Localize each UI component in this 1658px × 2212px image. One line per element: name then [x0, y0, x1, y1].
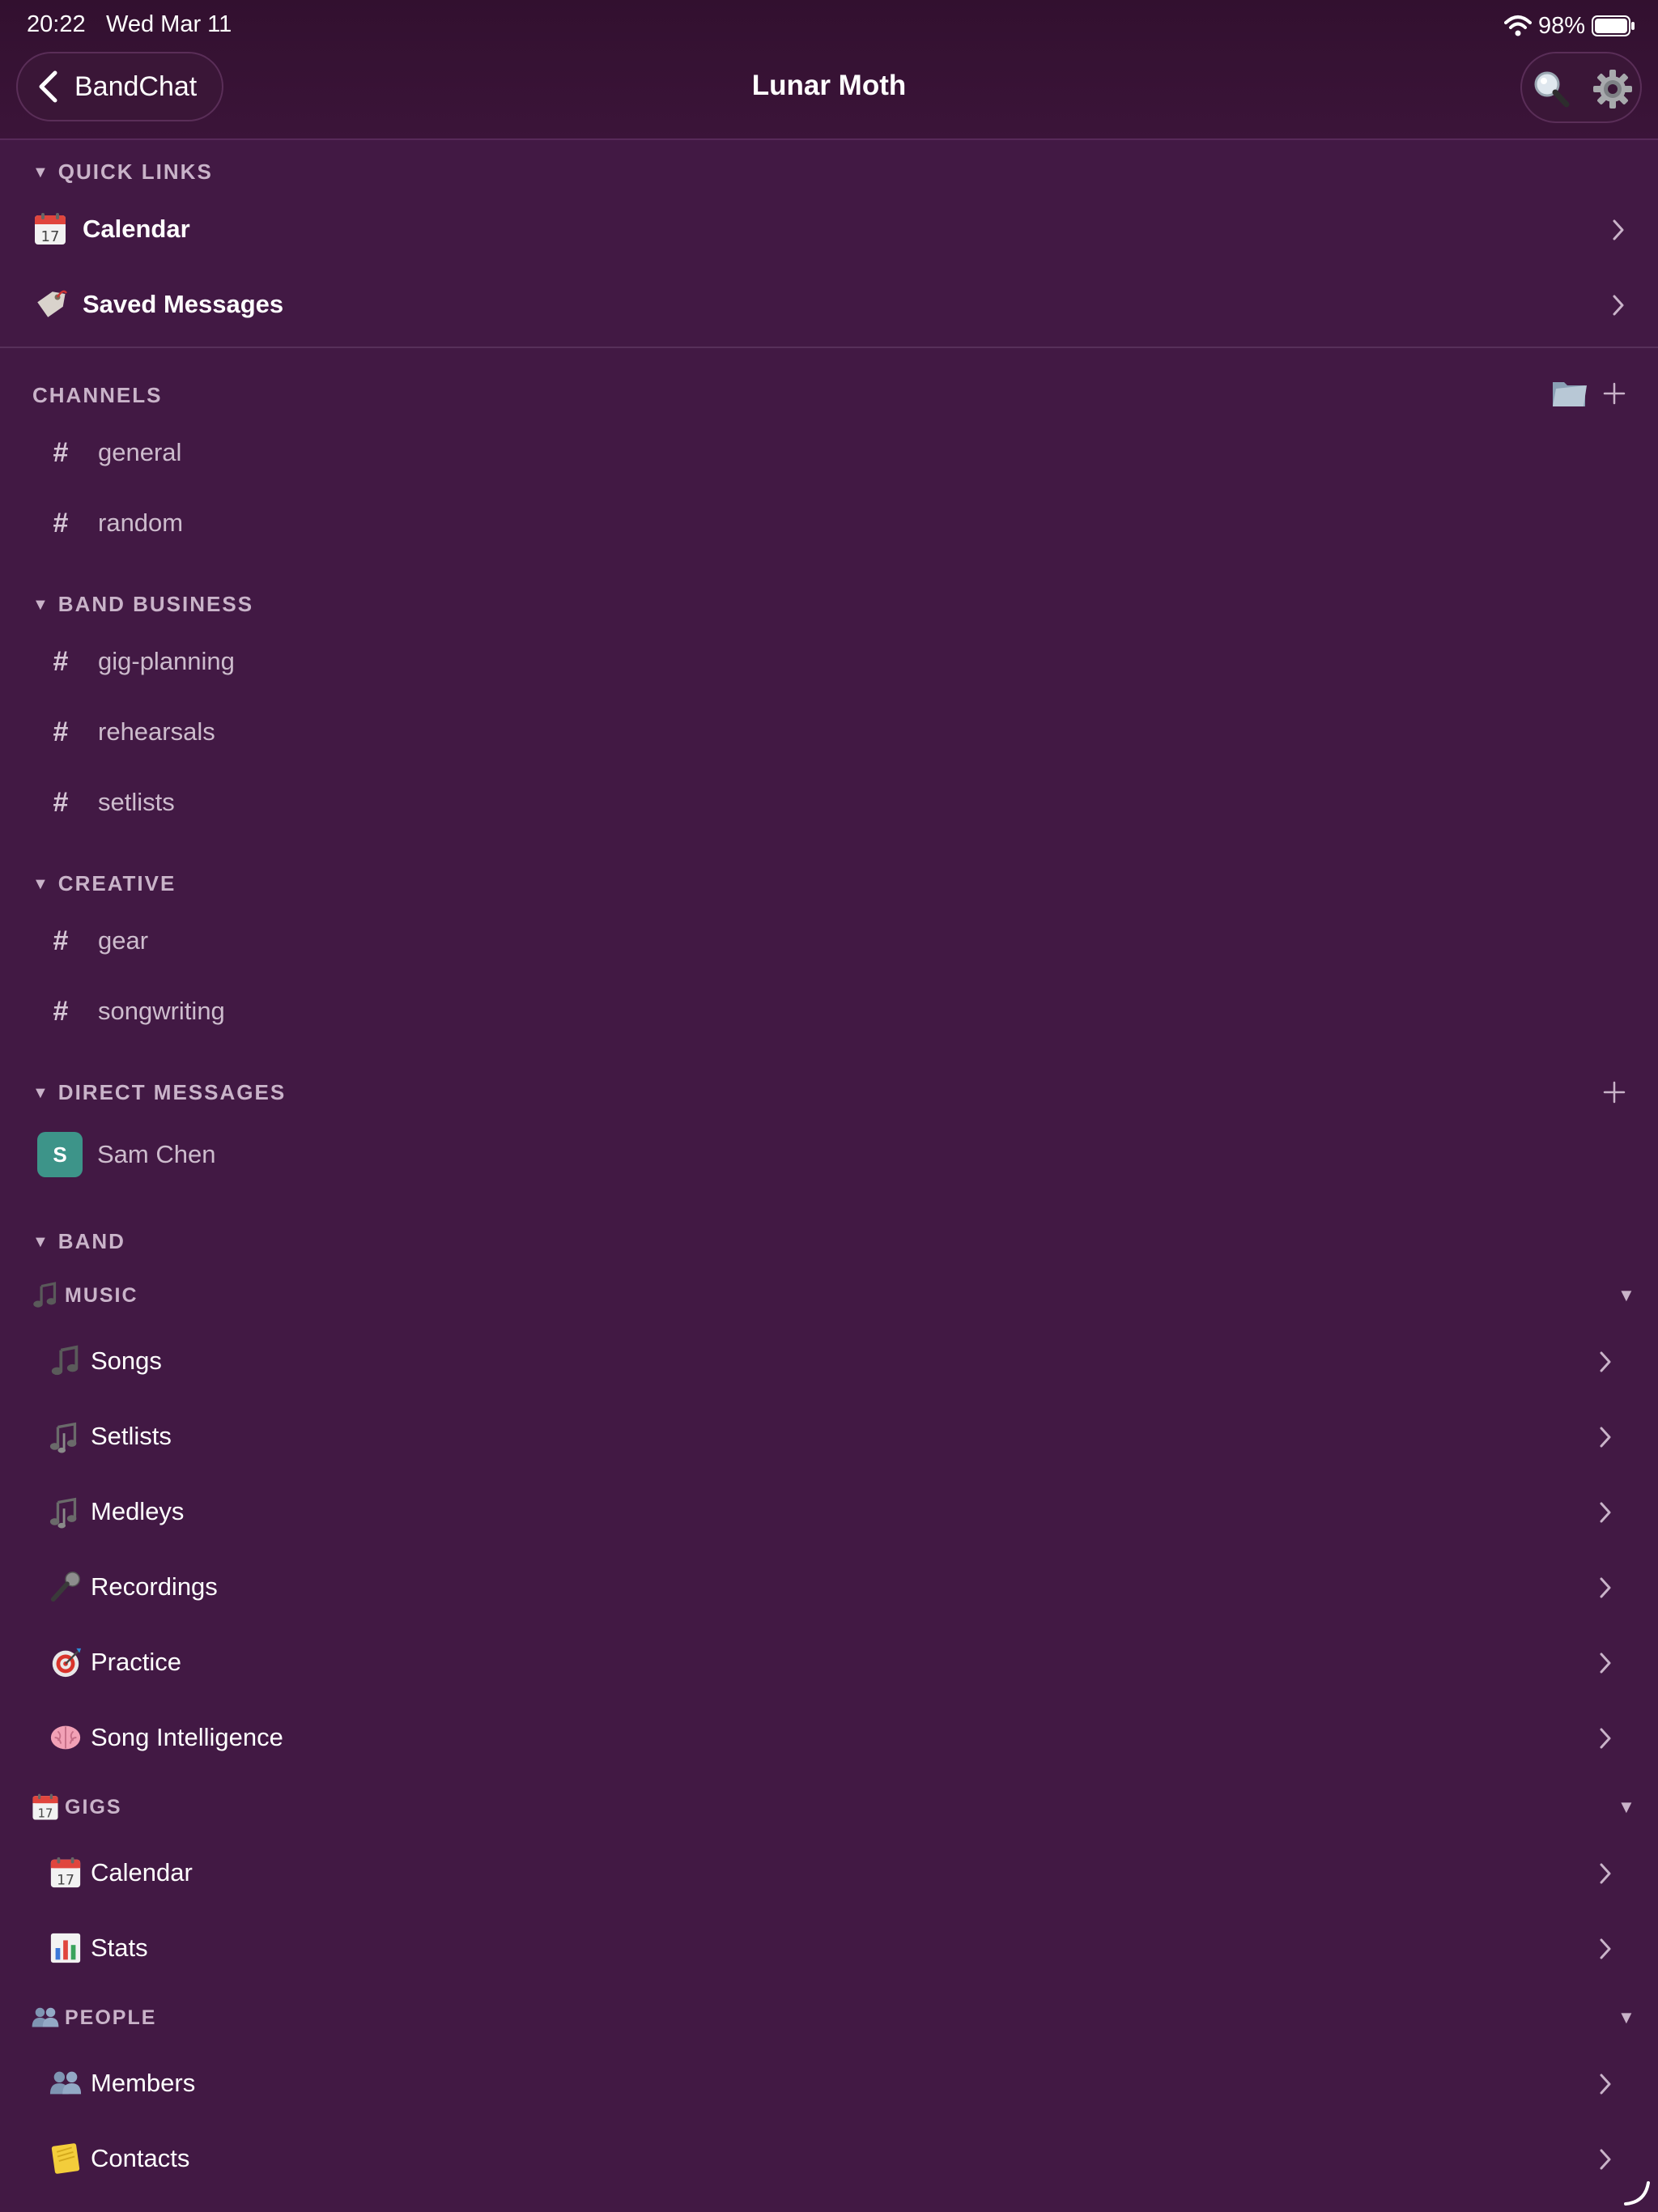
dm-sam-chen[interactable]: S Sam Chen — [37, 1126, 215, 1183]
bar-chart-icon — [49, 1931, 83, 1965]
search-icon[interactable] — [1528, 66, 1574, 112]
chevron-right-icon — [1600, 1938, 1611, 1959]
chevron-right-icon — [1600, 1427, 1611, 1448]
chevron-right-icon — [1600, 1863, 1611, 1884]
band-item-medleys[interactable]: Medleys — [49, 1479, 1611, 1544]
hash-icon: # — [53, 645, 69, 677]
collapse-triangle-icon: ▼ — [32, 1233, 50, 1251]
hash-icon: # — [53, 925, 69, 956]
collapse-triangle-icon[interactable]: ▼ — [1618, 1797, 1635, 1818]
quick-link-label: Calendar — [83, 215, 190, 243]
music-note-icon — [49, 1344, 83, 1378]
battery-icon — [1592, 15, 1635, 36]
channel-gig-planning[interactable]: # gig-planning — [32, 633, 1571, 690]
brain-icon — [49, 1721, 83, 1755]
channel-general[interactable]: # general — [32, 424, 1571, 481]
band-item-setlists[interactable]: Setlists — [49, 1404, 1611, 1469]
collapse-triangle-icon: ▼ — [32, 875, 50, 893]
band-item-practice[interactable]: Practice — [49, 1630, 1611, 1695]
calendar-icon — [32, 211, 68, 247]
band-item-members[interactable]: Members — [49, 2051, 1611, 2116]
section-divider — [0, 347, 1658, 348]
chevron-right-icon — [1600, 1577, 1611, 1598]
target-icon — [49, 1645, 83, 1679]
app-screen: 20:22 Wed Mar 11 98% BandChat Lunar Moth — [0, 0, 1658, 2212]
microphone-icon — [49, 1570, 83, 1604]
channel-rehearsals[interactable]: # rehearsals — [32, 704, 1571, 760]
music-note-icon — [31, 1281, 60, 1310]
chevron-right-icon — [1613, 219, 1624, 240]
bookmark-tag-icon — [32, 287, 68, 322]
channel-random[interactable]: # random — [32, 495, 1571, 551]
chevron-right-icon — [1600, 1728, 1611, 1749]
collapse-triangle-icon[interactable]: ▼ — [1618, 2007, 1635, 2028]
avatar: S — [37, 1132, 83, 1177]
quick-link-calendar[interactable]: Calendar — [32, 201, 1626, 257]
band-item-recordings[interactable]: Recordings — [49, 1555, 1611, 1619]
band-item-calendar[interactable]: Calendar — [49, 1840, 1611, 1905]
collapse-triangle-icon: ▼ — [32, 596, 50, 614]
dm-label: Sam Chen — [97, 1140, 216, 1168]
channels-header: CHANNELS — [32, 383, 163, 407]
band-item-song-intelligence[interactable]: Song Intelligence — [49, 1705, 1611, 1770]
direct-messages-header[interactable]: ▼ DIRECT MESSAGES — [32, 1080, 286, 1105]
calendar-icon — [49, 1856, 83, 1890]
hash-icon: # — [53, 716, 69, 747]
add-dm-icon[interactable] — [1603, 1081, 1626, 1104]
resize-corner-icon[interactable] — [1622, 2178, 1652, 2207]
channel-setlists[interactable]: # setlists — [32, 774, 1571, 831]
collapse-triangle-icon: ▼ — [32, 164, 50, 181]
band-item-songs[interactable]: Songs — [49, 1329, 1611, 1393]
battery-percent: 98% — [1537, 12, 1585, 39]
add-channel-icon[interactable] — [1603, 382, 1626, 405]
chevron-right-icon — [1600, 1502, 1611, 1523]
chevron-right-icon — [1613, 295, 1624, 316]
channel-label: gear — [98, 926, 149, 955]
creative-header[interactable]: ▼ CREATIVE — [32, 871, 176, 896]
channel-label: random — [98, 508, 184, 537]
band-item-contacts[interactable]: Contacts — [49, 2126, 1611, 2191]
page-title: Lunar Moth — [751, 70, 907, 101]
chevron-right-icon — [1600, 1653, 1611, 1674]
calendar-icon — [31, 1793, 60, 1822]
nav-actions — [1520, 52, 1642, 123]
collapse-triangle-icon: ▼ — [32, 1084, 50, 1102]
hash-icon: # — [53, 507, 69, 538]
band-item-stats[interactable]: Stats — [49, 1916, 1611, 1980]
band-business-header[interactable]: ▼ BAND BUSINESS — [32, 592, 253, 617]
chevron-right-icon — [1600, 2074, 1611, 2095]
music-notes-icon — [49, 1495, 83, 1529]
quick-links-header[interactable]: ▼ QUICK LINKS — [32, 160, 213, 185]
people-group-header[interactable]: PEOPLE — [31, 2001, 156, 2034]
channel-label: songwriting — [98, 997, 225, 1025]
people-icon — [49, 2066, 83, 2100]
hash-icon: # — [53, 436, 69, 468]
status-time: 20:22 — [27, 11, 86, 37]
band-header[interactable]: ▼ BAND — [32, 1229, 125, 1254]
top-bar: 20:22 Wed Mar 11 98% BandChat Lunar Moth — [0, 0, 1658, 140]
collapse-triangle-icon[interactable]: ▼ — [1618, 1285, 1635, 1306]
chevron-right-icon — [1600, 1351, 1611, 1372]
chevron-right-icon — [1600, 2149, 1611, 2170]
channel-gear[interactable]: # gear — [32, 912, 1571, 969]
status-date: Wed Mar 11 — [106, 11, 232, 37]
hash-icon: # — [53, 786, 69, 818]
channel-label: gig-planning — [98, 647, 235, 675]
channel-label: rehearsals — [98, 717, 215, 746]
gear-icon[interactable] — [1590, 66, 1635, 112]
people-icon — [31, 2003, 60, 2032]
quick-link-label: Saved Messages — [83, 290, 284, 318]
quick-link-saved-messages[interactable]: Saved Messages — [32, 276, 1626, 333]
channel-label: setlists — [98, 788, 175, 816]
hash-icon: # — [53, 995, 69, 1027]
notepad-icon — [49, 2142, 83, 2176]
music-notes-icon — [49, 1419, 83, 1453]
channel-songwriting[interactable]: # songwriting — [32, 983, 1571, 1040]
wifi-icon — [1503, 15, 1532, 36]
gigs-group-header[interactable]: GIGS — [31, 1791, 122, 1823]
channel-label: general — [98, 438, 182, 466]
status-indicators: 98% — [1503, 10, 1635, 42]
music-group-header[interactable]: MUSIC — [31, 1279, 138, 1312]
folder-icon[interactable] — [1550, 372, 1588, 411]
